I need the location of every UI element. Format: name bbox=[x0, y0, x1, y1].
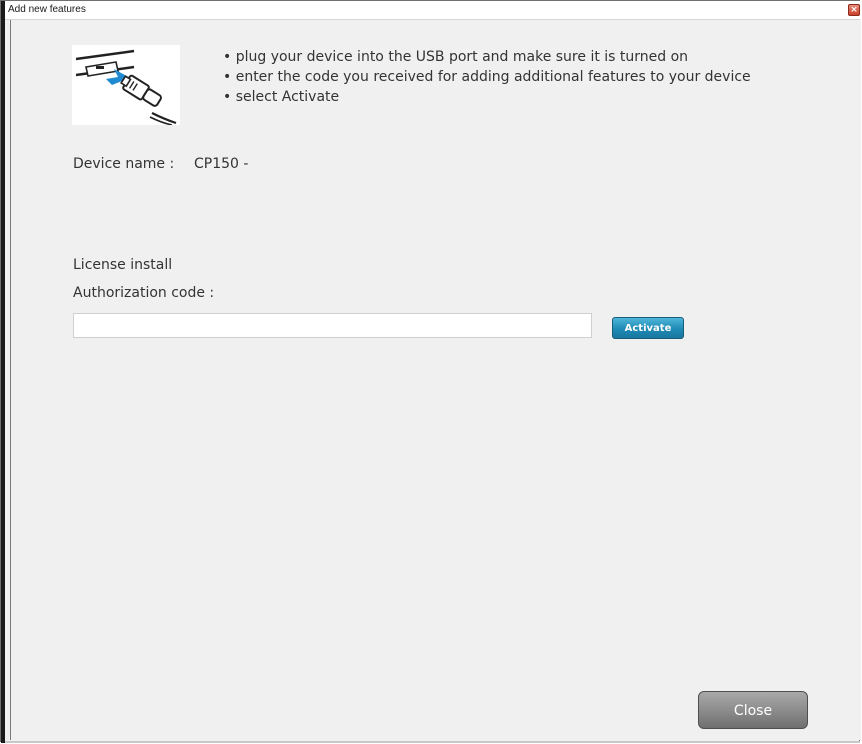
close-button[interactable]: Close bbox=[698, 691, 808, 729]
authorization-code-input[interactable] bbox=[73, 313, 592, 338]
title-bar[interactable]: Add new features × bbox=[5, 1, 860, 20]
device-name-value: CP150 - bbox=[194, 156, 249, 172]
license-install-heading: License install bbox=[73, 257, 173, 273]
instruction-item: • enter the code you received for adding… bbox=[223, 69, 751, 85]
window-left-edge bbox=[1, 1, 5, 743]
close-icon[interactable]: × bbox=[848, 4, 860, 16]
window-bottom-border bbox=[5, 741, 860, 743]
add-features-window: Add new features × • plug your device in… bbox=[0, 0, 861, 743]
window-title: Add new features bbox=[8, 4, 86, 15]
instruction-item: • plug your device into the USB port and… bbox=[223, 49, 689, 65]
usb-plug-icon bbox=[72, 45, 180, 126]
activate-button[interactable]: Activate bbox=[612, 317, 684, 339]
instruction-item: • select Activate bbox=[223, 89, 340, 105]
instruction-list: • plug your device into the USB port and… bbox=[223, 47, 751, 107]
dialog-content bbox=[10, 20, 861, 740]
authorization-code-label: Authorization code : bbox=[73, 285, 215, 301]
device-name-label: Device name : bbox=[73, 156, 175, 172]
